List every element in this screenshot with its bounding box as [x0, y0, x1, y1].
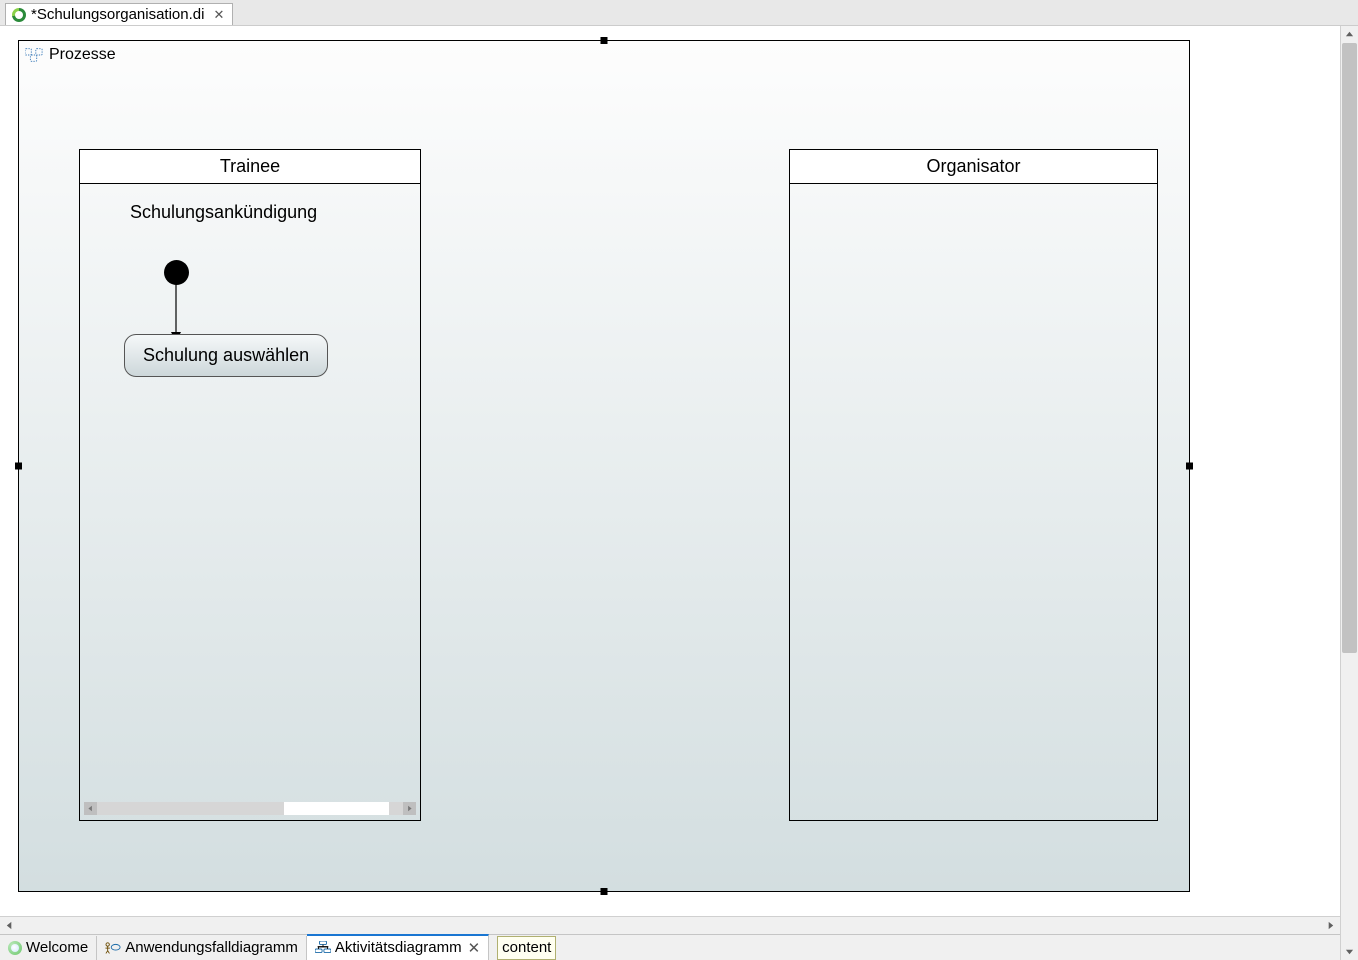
activity-diagram-frame-icon — [25, 48, 43, 62]
tab-label: Aktivitätsdiagramm — [335, 939, 462, 956]
editor-tab-bar: *Schulungsorganisation.di ✕ — [0, 0, 1358, 26]
editor-wrap: Prozesse Trainee Schulungsankündigung — [0, 26, 1358, 960]
bottom-tab-bar: Welcome Anwendungsfalldiagramm Aktivität… — [0, 934, 1340, 960]
swimlane-organisator[interactable]: Organisator — [789, 149, 1158, 821]
swimlane-body[interactable] — [790, 184, 1157, 818]
scroll-right-icon[interactable] — [403, 802, 416, 815]
swimlane-trainee[interactable]: Trainee Schulungsankündigung Schulung au… — [79, 149, 421, 821]
activity-diagram-icon — [315, 941, 331, 955]
scroll-right-button[interactable] — [1322, 917, 1339, 934]
resize-handle-top[interactable] — [601, 37, 608, 44]
tab-label: Welcome — [26, 939, 88, 956]
horizontal-scrollbar[interactable] — [0, 916, 1340, 934]
scroll-down-button[interactable] — [1341, 943, 1358, 960]
editor-area: Prozesse Trainee Schulungsankündigung — [0, 26, 1340, 960]
signal-receive-label[interactable]: Schulungsankündigung — [130, 202, 317, 223]
swimlane-scrollbar[interactable] — [84, 802, 416, 815]
tab-label: content — [502, 939, 551, 956]
tab-content[interactable]: content — [497, 936, 556, 960]
resize-handle-left[interactable] — [15, 463, 22, 470]
welcome-icon — [8, 941, 22, 955]
tab-usecase-diagram[interactable]: Anwendungsfalldiagramm — [97, 936, 307, 960]
close-icon[interactable]: ✕ — [468, 939, 481, 957]
close-icon[interactable]: ✕ — [213, 7, 224, 23]
resize-handle-bottom[interactable] — [601, 888, 608, 895]
frame-title: Prozesse — [25, 46, 116, 64]
scroll-thumb[interactable] — [284, 802, 389, 815]
resize-handle-right[interactable] — [1186, 463, 1193, 470]
scroll-thumb[interactable] — [1342, 43, 1357, 653]
tab-welcome[interactable]: Welcome — [0, 936, 97, 960]
control-flow-arrow[interactable] — [176, 284, 177, 334]
scroll-left-icon[interactable] — [84, 802, 97, 815]
tab-activity-diagram[interactable]: Aktivitätsdiagramm ✕ — [307, 934, 489, 960]
vertical-scrollbar[interactable] — [1340, 26, 1358, 960]
swimlane-header[interactable]: Trainee — [80, 150, 420, 184]
tab-label: Anwendungsfalldiagramm — [125, 939, 298, 956]
file-tab-title: *Schulungsorganisation.di — [31, 6, 204, 23]
scroll-track[interactable] — [1341, 43, 1358, 943]
usecase-diagram-icon — [105, 941, 121, 955]
scroll-left-button[interactable] — [1, 917, 18, 934]
swimlane-header[interactable]: Organisator — [790, 150, 1157, 184]
file-tab[interactable]: *Schulungsorganisation.di ✕ — [5, 3, 233, 25]
papyrus-icon — [12, 8, 26, 22]
scroll-up-button[interactable] — [1341, 26, 1358, 43]
diagram-canvas[interactable]: Prozesse Trainee Schulungsankündigung — [0, 26, 1340, 916]
swimlane-body[interactable]: Schulungsankündigung Schulung auswählen — [80, 184, 420, 818]
activity-frame[interactable]: Prozesse Trainee Schulungsankündigung — [18, 40, 1190, 892]
frame-label: Prozesse — [49, 46, 116, 64]
action-node[interactable]: Schulung auswählen — [124, 334, 328, 377]
